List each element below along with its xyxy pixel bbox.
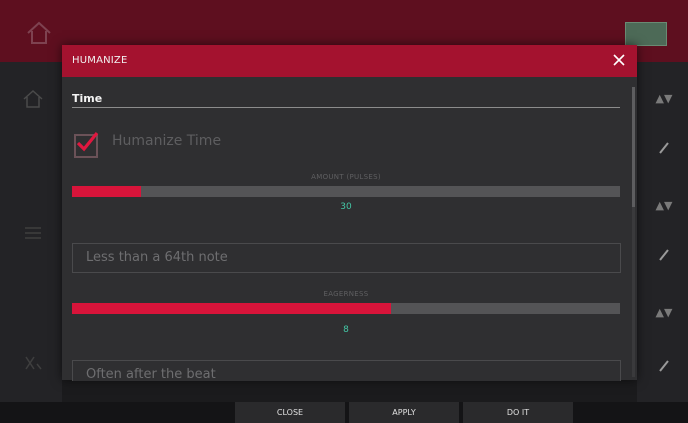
humanize-dialog: HUMANIZE Time Humanize Time AMOUNT (PULS…: [62, 45, 637, 381]
home-icon: [27, 21, 51, 44]
section-title: Time: [72, 92, 103, 105]
pencil-icon: [659, 249, 669, 261]
eagerness-slider[interactable]: [72, 303, 620, 314]
eagerness-value: 8: [343, 325, 349, 335]
scrollbar-thumb[interactable]: [632, 87, 635, 207]
arrow-updown-icon: ▲▼: [655, 306, 673, 319]
background-left-column: [0, 62, 62, 402]
pencil-icon: [659, 360, 669, 372]
close-icon[interactable]: [611, 52, 627, 68]
pencil-icon: [659, 142, 669, 154]
amount-value: 30: [340, 202, 352, 212]
arrow-updown-icon: ▲▼: [655, 199, 673, 212]
timing-dropdown[interactable]: Often after the beat: [72, 360, 621, 381]
close-button[interactable]: CLOSE: [235, 402, 345, 423]
dialog-title: HUMANIZE: [72, 55, 128, 66]
position-dropdown-value: Less than a 64th note: [86, 250, 228, 265]
background-indicator: [625, 22, 667, 46]
section-divider: [72, 107, 620, 108]
position-dropdown[interactable]: Less than a 64th note: [72, 243, 621, 273]
apply-button[interactable]: APPLY: [349, 402, 459, 423]
timing-dropdown-value: Often after the beat: [86, 367, 216, 381]
do-it-button[interactable]: DO IT: [463, 402, 573, 423]
amount-slider-fill: [72, 186, 141, 197]
humanize-time-label: Humanize Time: [112, 133, 222, 149]
amount-slider-label: AMOUNT (PULSES): [311, 173, 381, 181]
arrow-updown-icon: ▲▼: [655, 92, 673, 105]
eagerness-slider-fill: [72, 303, 392, 314]
variable-icon: [25, 356, 42, 370]
amount-slider[interactable]: [72, 186, 620, 197]
eagerness-slider-label: EAGERNESS: [323, 290, 369, 298]
checkmark-icon: [76, 131, 99, 152]
home-icon: [23, 89, 43, 108]
list-icon: [25, 227, 41, 239]
dialog-header: HUMANIZE: [62, 45, 637, 77]
humanize-time-checkbox[interactable]: [74, 131, 99, 158]
background-right-column: ▲▼ ▲▼ ▲▼: [637, 62, 688, 402]
